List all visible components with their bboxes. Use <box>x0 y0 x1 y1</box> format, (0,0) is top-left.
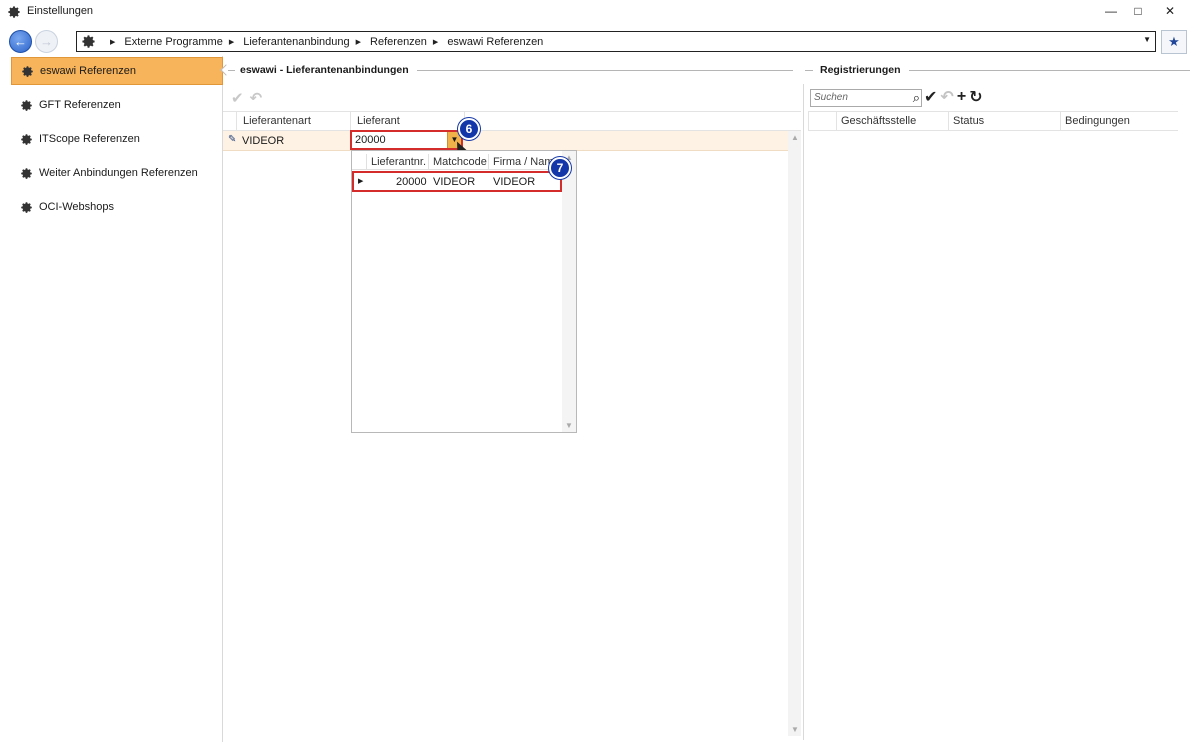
title-bar: Einstellungen — □ ✕ <box>0 0 1197 24</box>
close-button[interactable]: ✕ <box>1155 0 1185 22</box>
breadcrumb-item[interactable]: eswawi Referenzen <box>447 36 543 48</box>
gear-icon <box>21 99 32 111</box>
section-title: Registrierungen <box>820 64 901 76</box>
column-header-indicator <box>808 112 821 131</box>
gear-icon <box>22 65 33 77</box>
navigation-bar: ← → ▶ Externe Programme ▶ Lieferantenanb… <box>0 26 1197 56</box>
sidebar-item-oci-webshops[interactable]: OCI-Webshops <box>11 193 223 221</box>
breadcrumb-separator-icon: ▶ <box>110 38 116 46</box>
refresh-icon[interactable]: ↻ <box>969 87 982 107</box>
column-header-bedingungen[interactable]: Bedingungen <box>1060 112 1178 131</box>
back-button[interactable]: ← <box>9 30 32 53</box>
registrierungen-grid-header: Geschäftsstelle Status Bedingungen <box>808 111 1178 131</box>
sidebar-item-label: GFT Referenzen <box>39 99 121 111</box>
minimize-button[interactable]: — <box>1096 0 1126 22</box>
step-badge-6: 6 <box>458 118 480 140</box>
section-header-lieferantenanbindungen: eswawi - Lieferantenanbindungen <box>228 62 793 78</box>
search-placeholder: Suchen <box>814 92 848 103</box>
star-icon: ★ <box>1168 34 1180 49</box>
cell-lieferantnr[interactable]: 20000 <box>396 176 427 188</box>
step-badge-7: 7 <box>549 157 571 179</box>
scroll-up-icon[interactable]: ▲ <box>791 133 799 142</box>
gear-icon <box>21 167 32 179</box>
sidebar-item-eswawi-referenzen[interactable]: eswawi Referenzen <box>11 57 223 85</box>
lieferant-dropdown-list[interactable]: Lieferantnr. Matchcode Firma / Name ▶ 20… <box>351 150 577 433</box>
dropdown-header: Lieferantnr. Matchcode Firma / Name <box>352 154 562 170</box>
column-header-status[interactable]: Status <box>948 112 1060 131</box>
back-arrow-icon: ← <box>14 34 27 49</box>
breadcrumb-separator-icon: ▶ <box>432 38 439 46</box>
table-row[interactable]: ✎ VIDEOR <box>223 131 788 151</box>
gear-icon <box>82 35 95 48</box>
grid-header: Lieferantenart Lieferant <box>223 111 801 131</box>
breadcrumb-dropdown-icon[interactable]: ▼ <box>1143 35 1151 44</box>
scroll-down-icon[interactable]: ▼ <box>791 725 799 734</box>
favorite-button[interactable]: ★ <box>1161 30 1187 54</box>
undo-icon[interactable]: ↶ <box>940 87 953 107</box>
apply-check-icon[interactable]: ✔ <box>924 87 937 107</box>
column-header-lieferant[interactable]: Lieferant <box>350 112 464 131</box>
lieferantenanbindungen-panel: ✔ ↶ Lieferantenart Lieferant ✎ VIDEOR ▲ … <box>223 84 801 740</box>
sidebar-item-label: Weiter Anbindungen Referenzen <box>39 167 198 179</box>
undo-icon[interactable]: ↶ <box>250 89 263 107</box>
sidebar-item-itscope-referenzen[interactable]: ITScope Referenzen <box>11 125 223 153</box>
gear-icon <box>8 6 20 18</box>
window-title: Einstellungen <box>27 5 94 17</box>
lieferant-combobox[interactable]: 20000 ▼ <box>350 130 463 150</box>
gear-icon <box>21 133 32 145</box>
divider <box>805 69 813 71</box>
sidebar-item-label: ITScope Referenzen <box>39 133 140 145</box>
breadcrumb-item[interactable]: Referenzen <box>370 36 427 48</box>
breadcrumb-item[interactable]: Externe Programme <box>124 36 222 48</box>
column-header-empty <box>464 112 801 131</box>
column-header-lieferantenart[interactable]: Lieferantenart <box>236 112 350 131</box>
breadcrumb-separator-icon: ▶ <box>228 38 235 46</box>
sidebar-item-gft-referenzen[interactable]: GFT Referenzen <box>11 91 223 119</box>
sidebar: eswawi Referenzen GFT Referenzen ITScope… <box>8 56 232 742</box>
cell-matchcode[interactable]: VIDEOR <box>433 176 475 188</box>
cell-firma-name[interactable]: VIDEOR <box>493 176 535 188</box>
sidebar-item-weiter-anbindungen[interactable]: Weiter Anbindungen Referenzen <box>11 159 223 187</box>
divider <box>228 69 235 71</box>
breadcrumb[interactable]: ▶ Externe Programme ▶ Lieferantenanbindu… <box>76 31 1156 52</box>
search-field[interactable]: Suchen ⌕ <box>810 89 922 107</box>
section-header-registrierungen: Registrierungen <box>805 62 1190 78</box>
forward-button[interactable]: → <box>35 30 58 53</box>
search-icon[interactable]: ⌕ <box>913 90 920 106</box>
lieferant-input-value[interactable]: 20000 <box>355 134 386 146</box>
cell-lieferantenart[interactable]: VIDEOR <box>242 135 284 147</box>
row-indicator-icon: ▶ <box>358 178 364 185</box>
scroll-down-icon[interactable]: ▼ <box>565 421 573 430</box>
sidebar-item-label: eswawi Referenzen <box>40 65 136 77</box>
breadcrumb-item[interactable]: Lieferantenanbindung <box>243 36 349 48</box>
dropdown-scrollbar[interactable]: ▲ ▼ <box>562 151 576 432</box>
column-header-lieferantnr[interactable]: Lieferantnr. <box>366 154 428 170</box>
maximize-button[interactable]: □ <box>1123 0 1153 22</box>
column-header-geschaeftsstelle[interactable]: Geschäftsstelle <box>836 112 948 131</box>
add-icon[interactable]: + <box>957 88 966 106</box>
forward-arrow-icon: → <box>40 34 53 49</box>
divider <box>416 69 793 71</box>
divider <box>908 69 1190 71</box>
vertical-scrollbar[interactable]: ▲ ▼ <box>788 131 801 736</box>
sidebar-item-label: OCI-Webshops <box>39 201 114 213</box>
gear-icon <box>21 201 32 213</box>
registrierungen-toolbar: ✔ ↶ + ↻ <box>924 87 983 107</box>
grid-toolbar: ✔ ↶ <box>231 89 262 107</box>
edit-pencil-icon: ✎ <box>228 134 237 145</box>
registrierungen-panel: Suchen ⌕ ✔ ↶ + ↻ Geschäftsstelle Status … <box>803 84 1188 740</box>
dropdown-row[interactable]: ▶ 20000 VIDEOR VIDEOR <box>352 171 562 192</box>
breadcrumb-separator-icon: ▶ <box>355 38 362 46</box>
section-title: eswawi - Lieferantenanbindungen <box>240 64 409 76</box>
column-header-matchcode[interactable]: Matchcode <box>428 154 488 170</box>
apply-check-icon[interactable]: ✔ <box>231 89 244 107</box>
